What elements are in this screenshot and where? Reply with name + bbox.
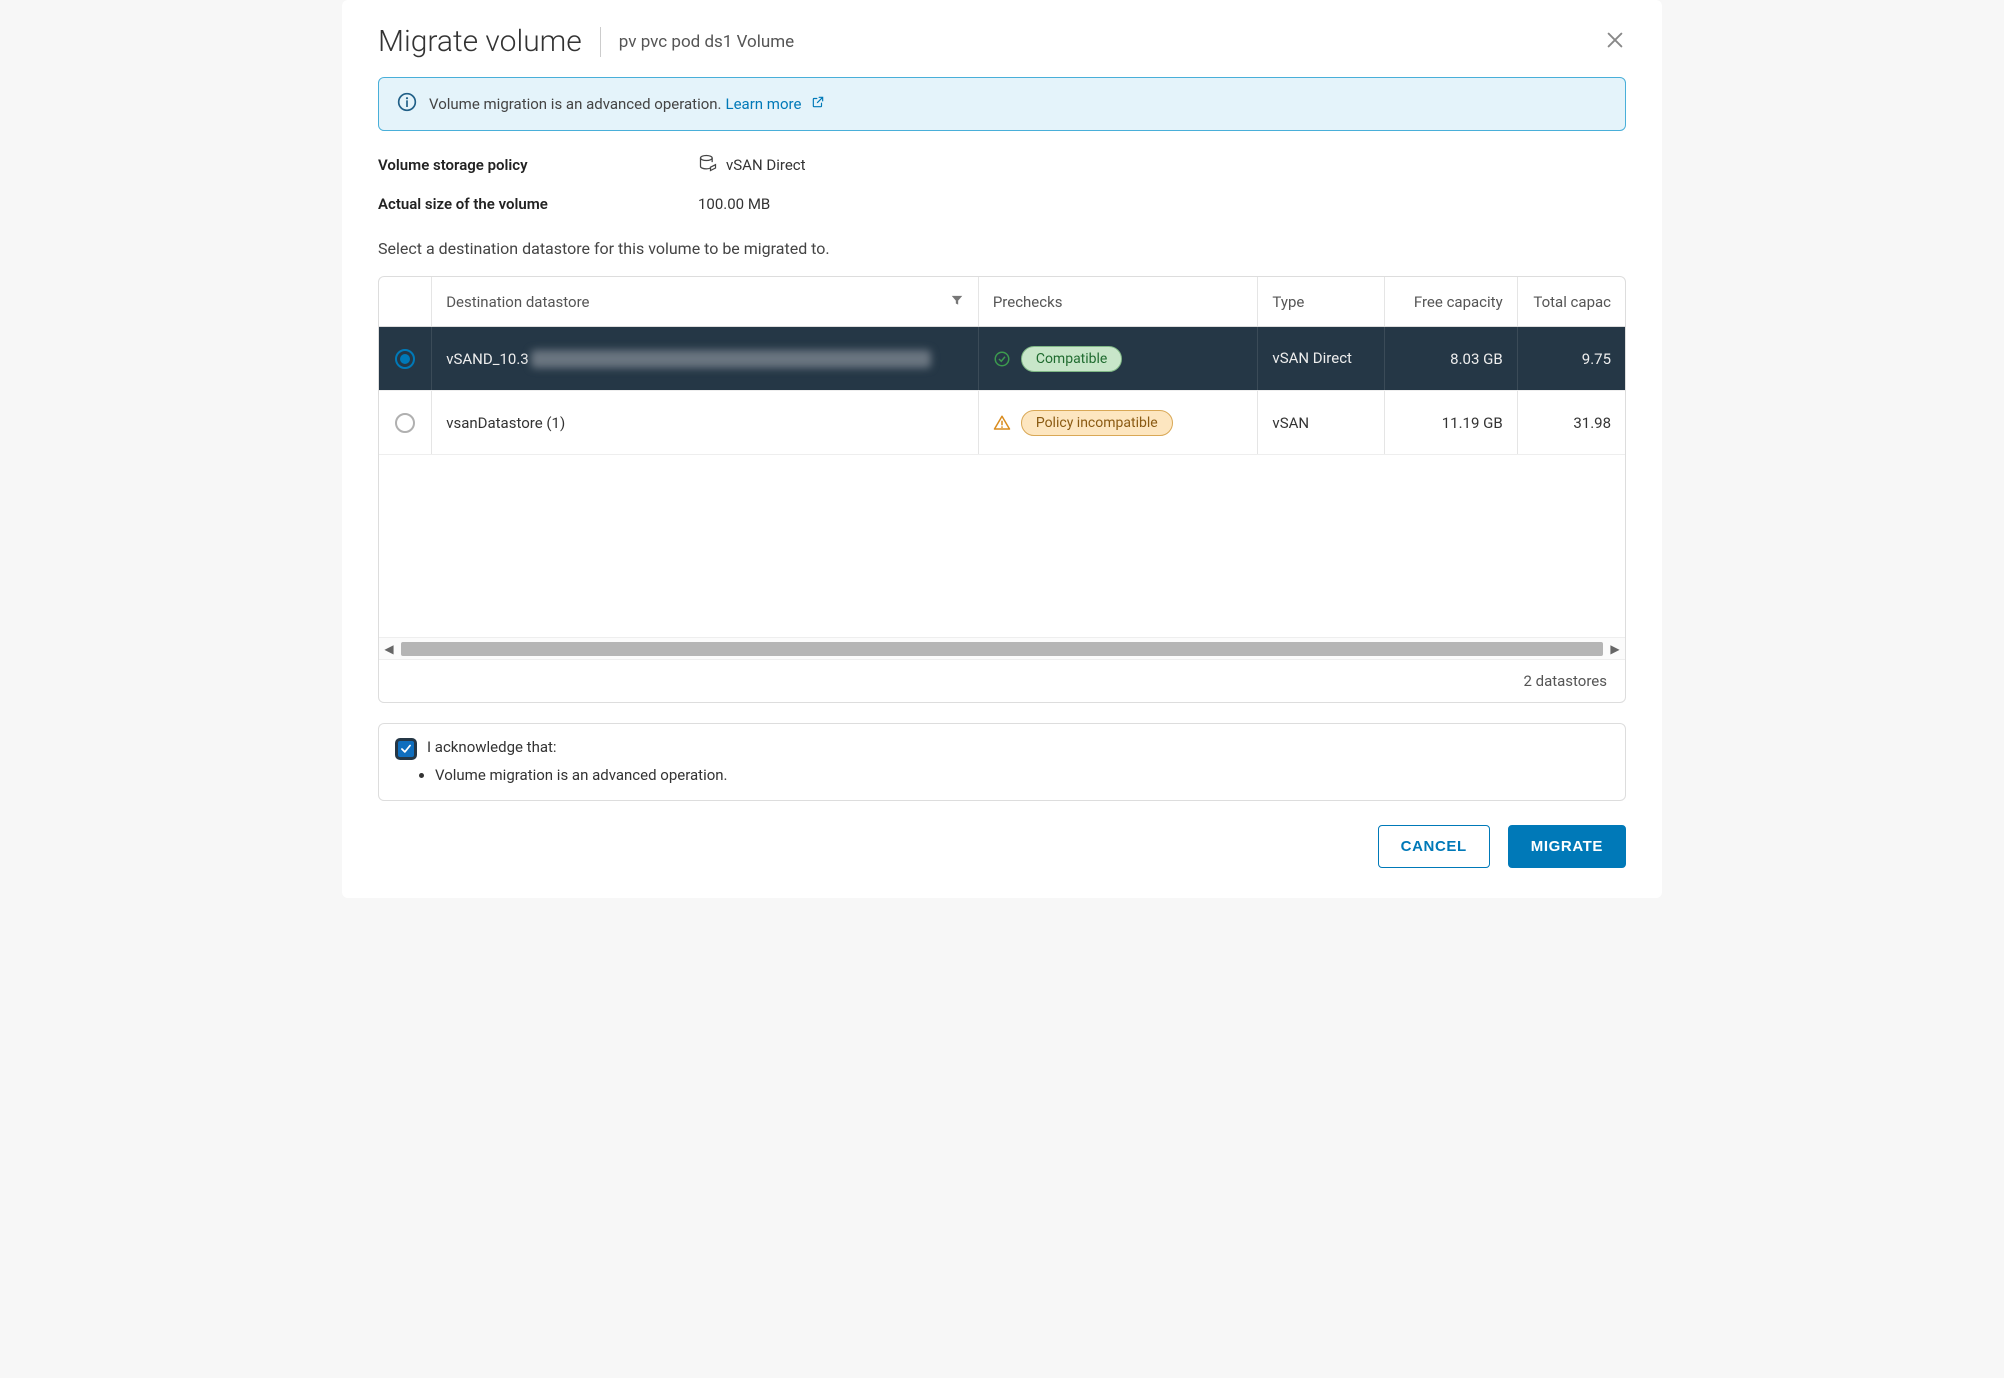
column-destination[interactable]: Destination datastore [432, 277, 979, 326]
row-type: vSAN [1258, 391, 1385, 454]
column-total[interactable]: Total capac [1518, 277, 1625, 326]
column-prechecks-label: Prechecks [993, 293, 1063, 311]
acknowledge-list: Volume migration is an advanced operatio… [435, 766, 1609, 784]
filter-icon[interactable] [950, 293, 964, 311]
info-banner: Volume migration is an advanced operatio… [378, 77, 1626, 131]
dialog-footer: CANCEL MIGRATE [378, 825, 1626, 868]
info-banner-text: Volume migration is an advanced operatio… [429, 95, 722, 113]
row-free: 11.19 GB [1385, 391, 1518, 454]
acknowledge-checkbox[interactable] [395, 738, 417, 760]
row-radio[interactable] [395, 413, 415, 433]
row-name: vsanDatastore (1) [432, 391, 979, 454]
warning-icon [993, 414, 1011, 432]
column-free-label: Free capacity [1414, 293, 1503, 311]
table-body: vSAND_10.3 Compatible vSAN Direct 8.03 G… [379, 327, 1625, 637]
horizontal-scrollbar[interactable]: ◀ ▶ [379, 637, 1625, 659]
precheck-badge: Policy incompatible [1021, 410, 1173, 436]
close-button[interactable] [1604, 29, 1626, 55]
column-type[interactable]: Type [1258, 277, 1385, 326]
size-value: 100.00 MB [698, 195, 770, 213]
column-select [379, 277, 432, 326]
row-name-prefix: vSAND_10.3 [446, 350, 529, 368]
dialog-subtitle: pv pvc pod ds1 Volume [619, 32, 794, 52]
size-label: Actual size of the volume [378, 195, 698, 213]
close-icon [1604, 29, 1626, 51]
policy-value: vSAN Direct [726, 156, 806, 174]
scroll-right-icon[interactable]: ▶ [1605, 642, 1625, 656]
cancel-button[interactable]: CANCEL [1378, 825, 1490, 868]
column-free[interactable]: Free capacity [1385, 277, 1518, 326]
learn-more-label: Learn more [726, 95, 802, 113]
column-prechecks[interactable]: Prechecks [979, 277, 1259, 326]
scroll-left-icon[interactable]: ◀ [379, 642, 399, 656]
row-total: 31.98 [1518, 391, 1625, 454]
column-destination-label: Destination datastore [446, 293, 589, 311]
row-name: vSAND_10.3 [432, 327, 979, 390]
row-total: 9.75 [1518, 327, 1625, 390]
precheck-badge: Compatible [1021, 346, 1123, 372]
redacted-text [531, 350, 931, 368]
table-footer: 2 datastores [379, 659, 1625, 702]
checkmark-icon [399, 742, 413, 756]
instruction-text: Select a destination datastore for this … [378, 239, 1626, 258]
learn-more-link[interactable]: Learn more [726, 95, 826, 113]
column-type-label: Type [1272, 293, 1304, 311]
migrate-button[interactable]: MIGRATE [1508, 825, 1626, 868]
size-row: Actual size of the volume 100.00 MB [378, 195, 1626, 213]
external-link-icon [811, 95, 825, 113]
dialog-header: Migrate volume pv pvc pod ds1 Volume [378, 24, 1626, 77]
datastore-table: Destination datastore Prechecks Type Fre… [378, 276, 1626, 703]
datastore-icon [698, 153, 718, 177]
acknowledge-box: I acknowledge that: Volume migration is … [378, 723, 1626, 801]
migrate-volume-dialog: Migrate volume pv pvc pod ds1 Volume Vol… [342, 0, 1662, 898]
row-type: vSAN Direct [1258, 327, 1385, 390]
title-separator [600, 27, 601, 57]
policy-row: Volume storage policy vSAN Direct [378, 153, 1626, 177]
check-circle-icon [993, 350, 1011, 368]
column-total-label: Total capac [1533, 293, 1611, 311]
row-free: 8.03 GB [1385, 327, 1518, 390]
info-icon [397, 92, 417, 116]
acknowledge-item: Volume migration is an advanced operatio… [435, 766, 1609, 784]
acknowledge-lead: I acknowledge that: [427, 738, 557, 756]
table-row[interactable]: vSAND_10.3 Compatible vSAN Direct 8.03 G… [379, 327, 1625, 391]
policy-label: Volume storage policy [378, 156, 698, 174]
dialog-title: Migrate volume [378, 24, 582, 59]
table-row[interactable]: vsanDatastore (1) Policy incompatible vS… [379, 391, 1625, 455]
row-radio[interactable] [395, 349, 415, 369]
scroll-track[interactable] [401, 642, 1603, 656]
table-header: Destination datastore Prechecks Type Fre… [379, 277, 1625, 327]
